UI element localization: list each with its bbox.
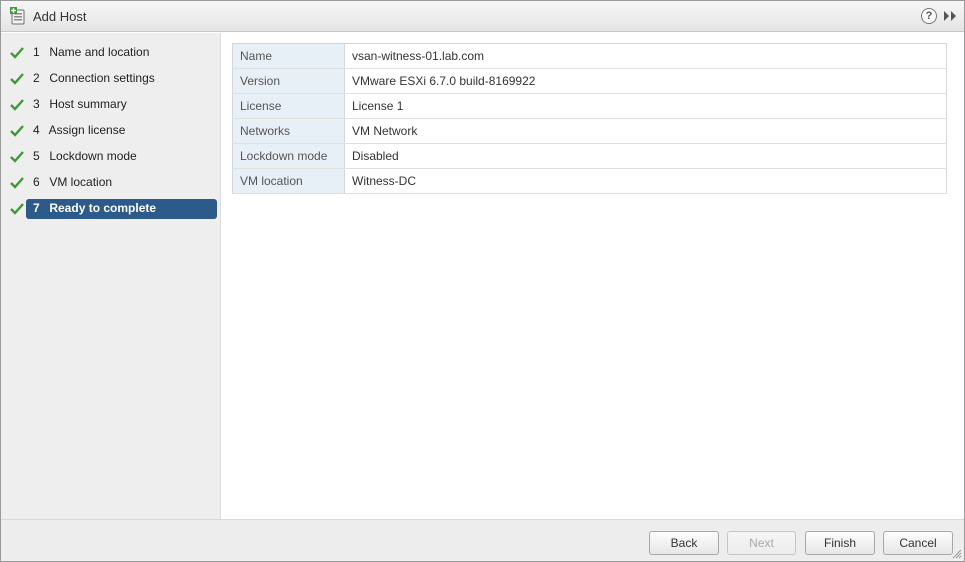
step-label: 4 Assign license (26, 121, 217, 141)
step-number: 3 (33, 97, 40, 111)
help-icon[interactable]: ? (921, 8, 937, 24)
ready-to-complete-panel: Name vsan-witness-01.lab.com Version VMw… (222, 33, 964, 519)
step-lockdown-mode[interactable]: 5 Lockdown mode (1, 147, 221, 167)
table-row: Name vsan-witness-01.lab.com (232, 43, 947, 69)
row-value: VM Network (344, 118, 947, 144)
row-key: VM location (232, 168, 345, 194)
table-row: Lockdown mode Disabled (232, 143, 947, 169)
step-number: 7 (33, 201, 40, 215)
step-text: Connection settings (49, 71, 155, 85)
step-text: Assign license (48, 123, 126, 137)
double-chevron-right-icon[interactable] (943, 10, 957, 22)
checkmark-icon (10, 99, 24, 111)
wizard-steps-sidebar: 1 Name and location 2 Connection setting… (1, 33, 221, 519)
checkmark-icon (10, 125, 24, 137)
checkmark-icon (10, 73, 24, 85)
title-bar: Add Host ? (1, 1, 964, 32)
step-host-summary[interactable]: 3 Host summary (1, 95, 221, 115)
row-key: Lockdown mode (232, 143, 345, 169)
checkmark-icon (10, 47, 24, 59)
table-row: Version VMware ESXi 6.7.0 build-8169922 (232, 68, 947, 94)
back-button[interactable]: Back (649, 531, 719, 555)
summary-table: Name vsan-witness-01.lab.com Version VMw… (232, 43, 947, 194)
checkmark-icon (10, 151, 24, 163)
step-text: VM location (49, 175, 113, 189)
step-label: 6 VM location (26, 173, 217, 193)
step-label: 2 Connection settings (26, 69, 217, 89)
row-value: License 1 (344, 93, 947, 119)
step-text: Ready to complete (49, 201, 157, 215)
checkmark-icon (10, 177, 24, 189)
row-key: Networks (232, 118, 345, 144)
checkmark-icon (10, 203, 24, 215)
step-ready-to-complete[interactable]: 7 Ready to complete (1, 199, 221, 219)
step-name-and-location[interactable]: 1 Name and location (1, 43, 221, 63)
cancel-button[interactable]: Cancel (883, 531, 953, 555)
step-number: 6 (33, 175, 40, 189)
step-connection-settings[interactable]: 2 Connection settings (1, 69, 221, 89)
step-label: 5 Lockdown mode (26, 147, 217, 167)
table-row: License License 1 (232, 93, 947, 119)
resize-grip-icon[interactable] (952, 549, 962, 559)
step-vm-location[interactable]: 6 VM location (1, 173, 221, 193)
table-row: Networks VM Network (232, 118, 947, 144)
step-assign-license[interactable]: 4 Assign license (1, 121, 221, 141)
step-text: Host summary (49, 97, 127, 111)
step-number: 5 (33, 149, 40, 163)
add-host-icon (10, 7, 25, 25)
row-value: VMware ESXi 6.7.0 build-8169922 (344, 68, 947, 94)
step-number: 1 (33, 45, 40, 59)
row-key: License (232, 93, 345, 119)
row-value: Disabled (344, 143, 947, 169)
step-number: 4 (33, 123, 40, 137)
finish-button[interactable]: Finish (805, 531, 875, 555)
step-label: 3 Host summary (26, 95, 217, 115)
step-text: Name and location (49, 45, 150, 59)
table-row: VM location Witness-DC (232, 168, 947, 194)
next-button[interactable]: Next (727, 531, 796, 555)
row-key: Name (232, 43, 345, 69)
button-bar: Back Next Finish Cancel (1, 519, 964, 561)
dialog-title: Add Host (33, 9, 87, 24)
row-key: Version (232, 68, 345, 94)
step-text: Lockdown mode (49, 149, 137, 163)
step-number: 2 (33, 71, 40, 85)
add-host-dialog: Add Host ? 1 Name and location 2 Connect… (0, 0, 965, 562)
step-label: 7 Ready to complete (26, 199, 217, 219)
row-value: vsan-witness-01.lab.com (344, 43, 947, 69)
row-value: Witness-DC (344, 168, 947, 194)
step-label: 1 Name and location (26, 43, 217, 63)
